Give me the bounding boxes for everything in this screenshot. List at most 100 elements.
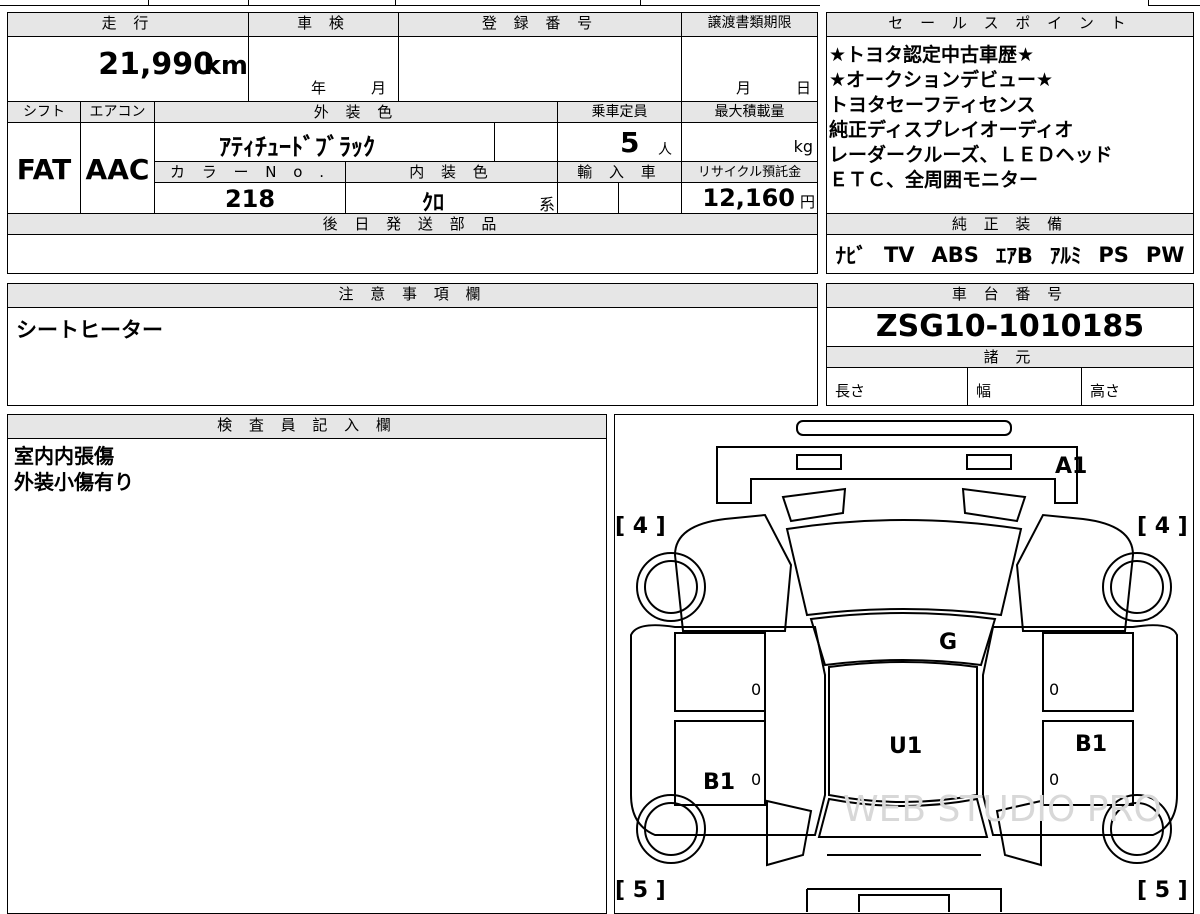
width-label: 幅 [976, 382, 992, 400]
interior-suffix: 系 [538, 195, 555, 214]
equipment-header: 純 正 装 備 [827, 213, 1193, 235]
capacity-header: 乗車定員 [557, 101, 681, 123]
inspector-line: 室内内張傷 [14, 444, 114, 468]
front-bumper-bar [796, 420, 1012, 436]
notes-header: 注 意 事 項 欄 [8, 284, 817, 308]
car-diagram: A1 [ 4 ] [ 4 ] G U1 B1 B1 [ 5 ] [ 5 ] 0 … [615, 420, 1188, 912]
equipment-item: ｴｱB [995, 244, 1033, 268]
inspector-notes: 室内内張傷 外装小傷有り [14, 443, 134, 495]
mark-front-bumper: A1 [1055, 454, 1087, 479]
transfer-month: 月 [736, 79, 752, 97]
inspector-line: 外装小傷有り [14, 470, 134, 494]
shift-cell: FAT [8, 123, 80, 213]
interior-header: 内 装 色 [345, 161, 557, 183]
headlight-left [781, 487, 847, 523]
ac-value: AAC [85, 153, 150, 186]
mark-zero: 0 [751, 680, 761, 699]
sales-points-header: セ ー ル ス ポ イ ン ト [827, 13, 1193, 37]
mark-zero: 0 [1049, 680, 1059, 699]
mark-zero: 0 [1049, 770, 1059, 789]
inspection-month: 月 [371, 79, 387, 97]
specs-header: 諸 元 [827, 346, 1193, 368]
transfer-header: 譲渡書類期限 [681, 13, 817, 37]
sales-points-box: セ ー ル ス ポ イ ン ト ★トヨタ認定中古車歴★ ★オークションデビュー★… [826, 12, 1194, 274]
rear-quarter-left [766, 799, 813, 867]
mark-windshield: G [939, 630, 957, 655]
transfer-cell: 月 日 [681, 37, 817, 101]
sales-point-line: ＥＴＣ、全周囲モニター [829, 169, 1039, 191]
color-no-cell: 218 [154, 183, 345, 213]
inspector-header: 検 査 員 記 入 欄 [8, 415, 606, 439]
height-label: 高さ [1090, 382, 1121, 400]
capacity-value: 5 [620, 126, 640, 159]
recycle-value: 12,160 [702, 184, 795, 212]
registration-cell [398, 37, 681, 101]
mark-tire-rl: [ 5 ] [615, 878, 666, 903]
mileage-value: 21,990 [98, 47, 214, 82]
rear-plate [858, 894, 950, 912]
vehicle-info-grid: 走 行 車 検 登 録 番 号 譲渡書類期限 21,990 km 年 月 月 日… [7, 12, 818, 274]
interior-cell: ｸﾛ 系 [345, 183, 557, 216]
watermark: WEB STUDIO PRO [843, 789, 1162, 830]
maxload-cell: kg [681, 123, 817, 161]
ac-header: エアコン [80, 101, 154, 123]
door-front-left [674, 632, 766, 712]
mark-tire-fl: [ 4 ] [615, 514, 666, 539]
exterior-header: 外 装 色 [154, 101, 557, 123]
mark-roof: U1 [889, 734, 922, 759]
door-front-right [1042, 632, 1134, 712]
equipment-item: ABS [931, 243, 979, 267]
import-header: 輸 入 車 [557, 161, 681, 183]
mileage-cell: 21,990 km [8, 37, 248, 101]
top-cutoff-strip [0, 0, 820, 6]
capacity-cell: 5 人 [557, 123, 681, 161]
sales-point-line: ★トヨタ認定中古車歴★ [829, 44, 1035, 66]
shift-header: シフト [8, 101, 80, 123]
sales-point-line: レーダークルーズ、ＬＥＤヘッド [829, 144, 1113, 166]
recycle-cell: 12,160 円 [681, 183, 817, 213]
later-parts-cell [8, 235, 817, 272]
sales-points-list: ★トヨタ認定中古車歴★ ★オークションデビュー★ トヨタセーフティセンス 純正デ… [829, 43, 1193, 219]
fog-lamp-right [966, 454, 1012, 470]
mark-tire-rr: [ 5 ] [1137, 878, 1188, 903]
mileage-header: 走 行 [8, 13, 248, 37]
mark-zero: 0 [751, 770, 761, 789]
equipment-item: ｱﾙﾐ [1049, 244, 1082, 268]
maxload-unit: kg [793, 137, 813, 156]
exterior-cell: ｱﾃｨﾁｭｰﾄﾞﾌﾞﾗｯｸ [154, 123, 494, 161]
registration-header: 登 録 番 号 [398, 13, 681, 37]
sales-point-line: ★オークションデビュー★ [829, 69, 1054, 91]
mileage-unit: km [203, 51, 248, 81]
recycle-header: リサイクル預託金 [681, 161, 817, 183]
ac-cell: AAC [80, 123, 154, 213]
equipment-item: ﾅﾋﾞ [835, 244, 867, 268]
sales-point-line: 純正ディスプレイオーディオ [829, 119, 1074, 141]
height-cell: 高さ [1081, 368, 1193, 405]
maxload-header: 最大積載量 [681, 101, 817, 123]
length-label: 長さ [835, 382, 866, 400]
equipment-item: TV [883, 243, 915, 267]
exterior-value: ｱﾃｨﾁｭｰﾄﾞﾌﾞﾗｯｸ [219, 133, 375, 161]
transfer-day: 日 [796, 79, 812, 97]
front-bumper [716, 446, 1078, 504]
chassis-number: ZSG10-1010185 [875, 309, 1145, 344]
color-no-value: 218 [224, 185, 276, 213]
equipment-list: ﾅﾋﾞ TV ABS ｴｱB ｱﾙﾐ PS PW [827, 237, 1193, 273]
inspection-header: 車 検 [248, 13, 398, 37]
exterior-extra-cell [494, 123, 557, 161]
import-cell-b [618, 183, 681, 213]
notes-text: シートヒーター [16, 318, 163, 342]
sales-point-line: トヨタセーフティセンス [829, 94, 1036, 116]
car-diagram-box: A1 [ 4 ] [ 4 ] G U1 B1 B1 [ 5 ] [ 5 ] 0 … [614, 414, 1194, 914]
later-parts-header: 後 日 発 送 部 品 [8, 213, 817, 235]
mark-left-door-rear: B1 [703, 770, 735, 795]
inspection-year: 年 [311, 79, 327, 97]
headlight-right [961, 487, 1027, 523]
notes-box: 注 意 事 項 欄 シートヒーター [7, 283, 818, 406]
body-side-left [630, 624, 826, 836]
recycle-unit: 円 [799, 193, 815, 211]
windshield [809, 612, 997, 667]
hood [785, 519, 1023, 617]
top-right-cutoff [1148, 0, 1200, 6]
shift-value: FAT [16, 153, 72, 186]
